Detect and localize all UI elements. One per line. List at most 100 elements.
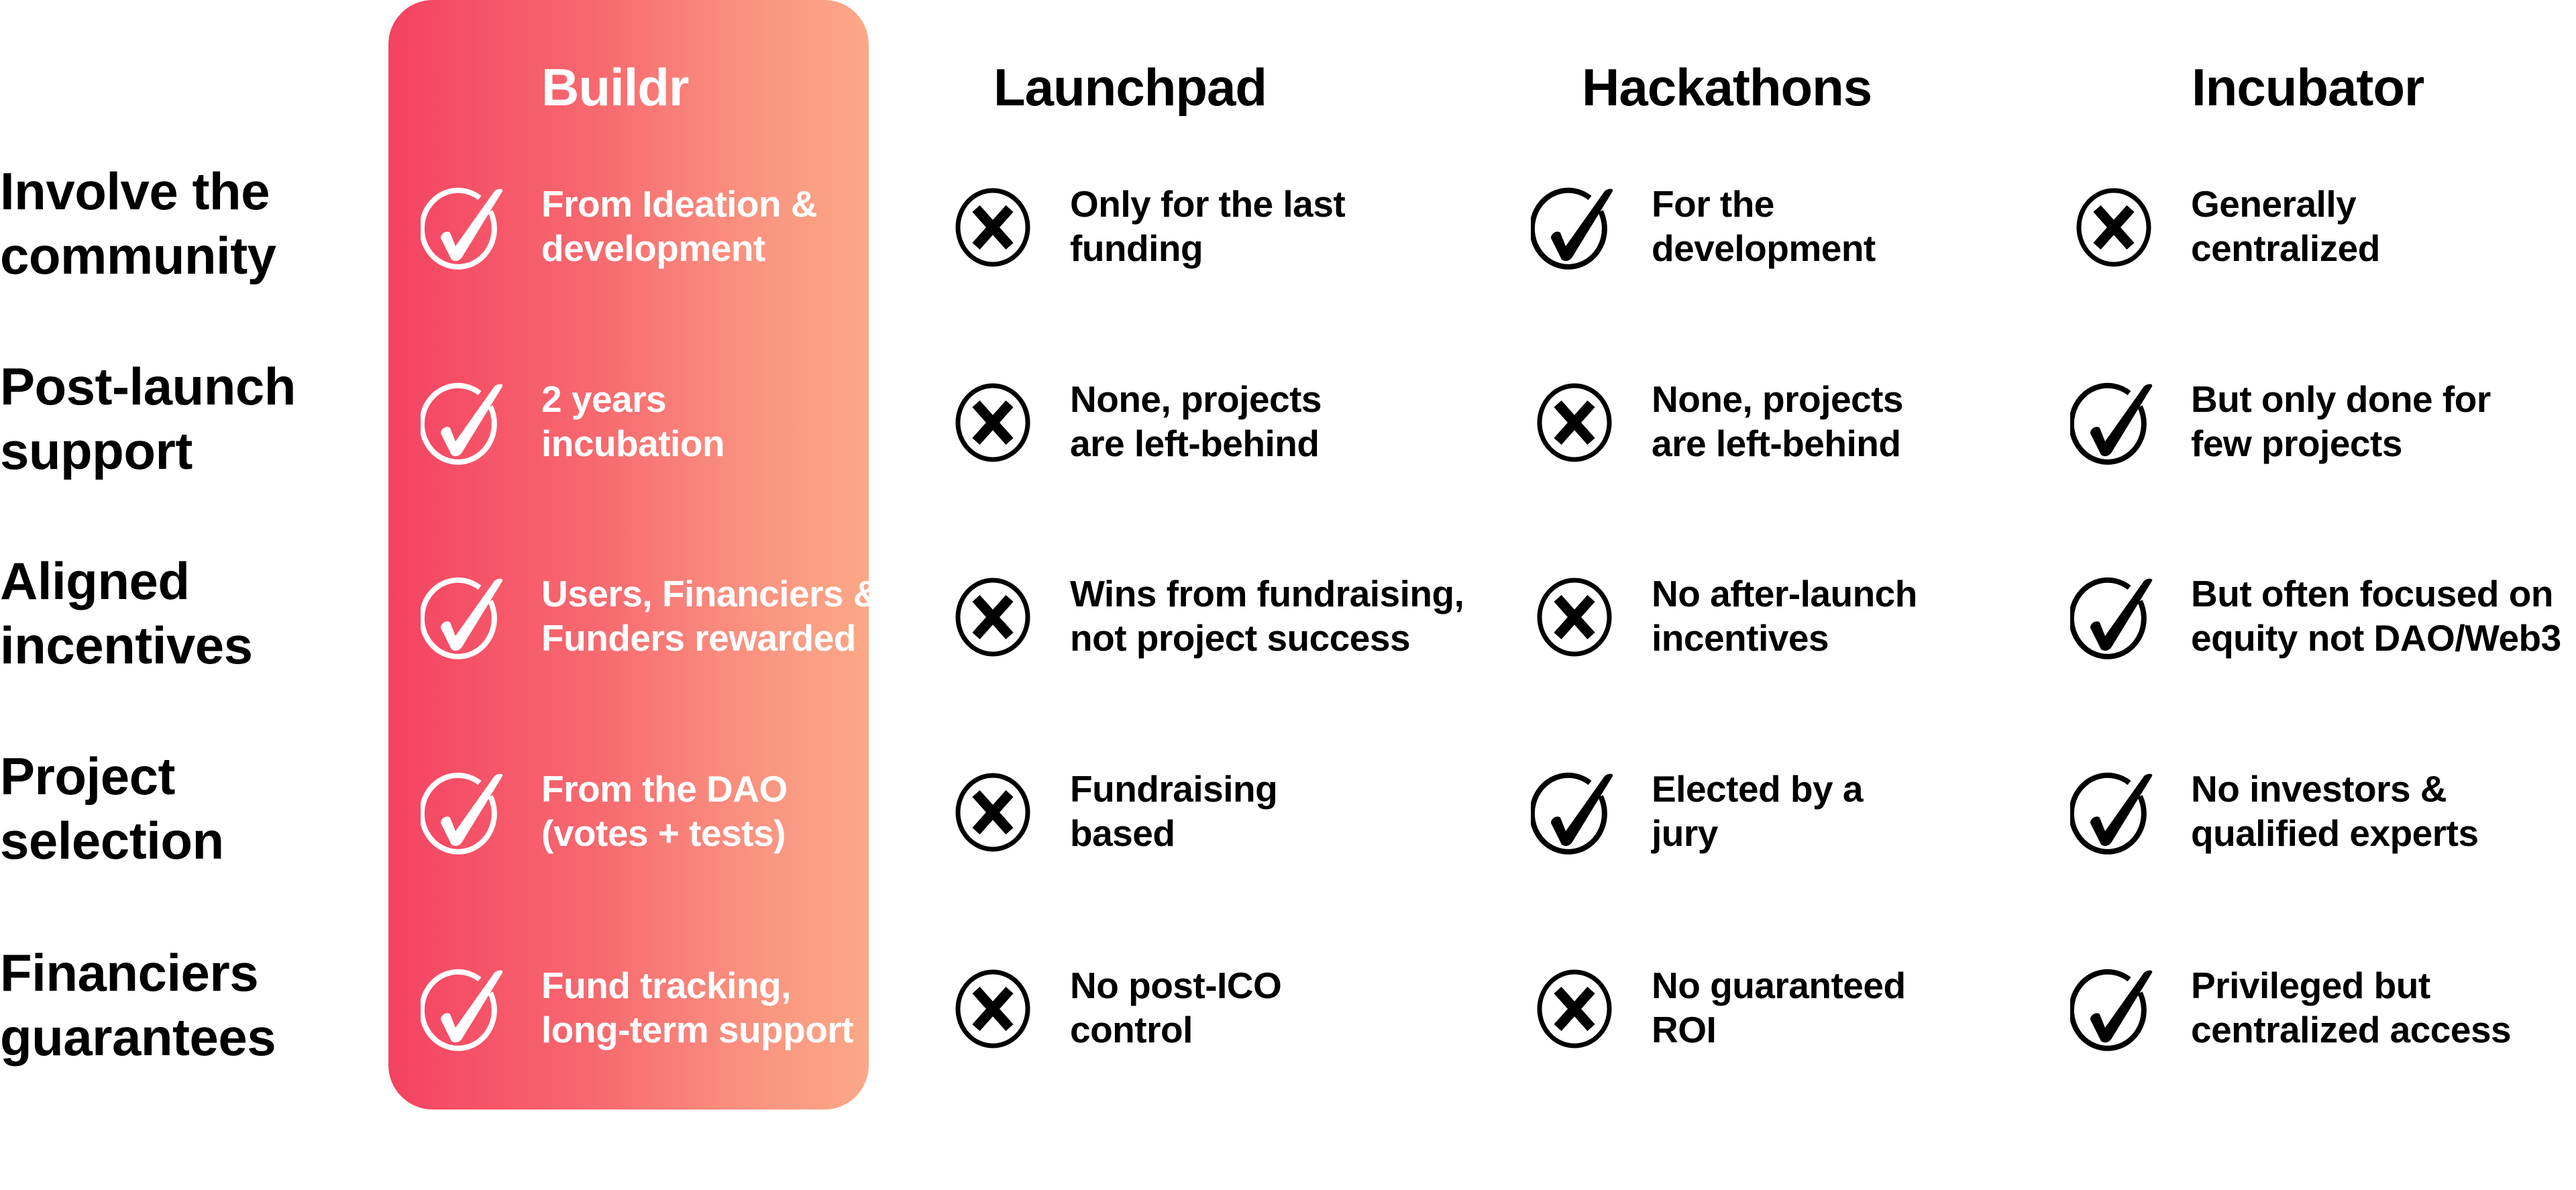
x-circle-icon (1531, 569, 1618, 663)
cell-text-line: Wins from fundraising, (1070, 573, 1464, 614)
cell-text: From Ideation & development (541, 182, 818, 270)
cell-text-line: But only done for (2191, 378, 2491, 420)
cell-text: Users, Financiers & Funders rewarded (541, 572, 880, 660)
row-label-line: Post-launch (0, 357, 296, 416)
cell-text-line: For the (1652, 183, 1774, 225)
check-circle-icon (1531, 179, 1618, 273)
check-circle-icon (2070, 569, 2157, 663)
row-label-line: Financiers (0, 943, 259, 1002)
cell-text: Only for the last funding (1070, 182, 1346, 270)
cell-text-line: 2 years (541, 378, 667, 420)
check-circle-icon (421, 374, 508, 468)
cell-text-line: From the DAO (541, 768, 788, 810)
x-circle-icon (949, 569, 1036, 663)
cell-text-line: are left-behind (1652, 423, 1901, 464)
check-circle-icon (2070, 374, 2157, 468)
cell-text-line: From Ideation & (541, 183, 818, 225)
cell-text-line: (votes + tests) (541, 812, 786, 854)
check-circle-icon (421, 569, 508, 663)
x-circle-icon (949, 764, 1036, 858)
cell-text: No post-ICO control (1070, 963, 1282, 1052)
cell-text-line: centralized access (2191, 1009, 2512, 1050)
cell-text-line: funding (1070, 227, 1203, 269)
x-circle-icon (949, 374, 1036, 468)
check-circle-icon (421, 179, 508, 273)
row-label-line: Project (0, 747, 175, 806)
column-header-launchpad: Launchpad (994, 58, 1267, 117)
cell-text: Fundraising based (1070, 767, 1278, 855)
row-label-line: support (0, 421, 193, 480)
check-circle-icon (1531, 764, 1618, 858)
cell-text-line: But often focused on (2191, 573, 2553, 614)
cell-text-line: jury (1652, 812, 1718, 854)
row-label: Financiers guarantees (0, 940, 276, 1069)
row-label: Project selection (0, 744, 224, 873)
cell-text-line: Users, Financiers & (541, 573, 880, 614)
check-circle-icon (421, 961, 508, 1054)
x-circle-icon (949, 961, 1036, 1054)
cell-text-line: control (1070, 1009, 1193, 1050)
cell-text: No guaranteed ROI (1652, 963, 1906, 1052)
cell-text: But often focused on equity not DAO/Web3 (2191, 572, 2561, 660)
cell-text-line: are left-behind (1070, 423, 1320, 464)
cell-text-line: No guaranteed (1652, 965, 1906, 1006)
row-label-line: community (0, 226, 276, 285)
x-circle-icon (2070, 179, 2157, 273)
row-label-line: Involve the (0, 162, 270, 221)
cell-text: 2 years incubation (541, 377, 725, 466)
cell-text-line: incentives (1652, 617, 1829, 659)
cell-text-line: based (1070, 812, 1175, 854)
cell-text: None, projects are left-behind (1070, 377, 1322, 466)
cell-text: Fund tracking, long-term support (541, 963, 854, 1052)
check-circle-icon (2070, 961, 2157, 1054)
cell-text-line: None, projects (1652, 378, 1904, 420)
row-label-line: selection (0, 811, 224, 870)
x-circle-icon (1531, 961, 1618, 1054)
cell-text: Generally centralized (2191, 182, 2380, 270)
cell-text-line: Funders rewarded (541, 617, 856, 659)
row-label: Aligned incentives (0, 549, 253, 678)
row-label-line: Aligned (0, 551, 190, 610)
cell-text-line: Privileged but (2191, 965, 2430, 1006)
cell-text-line: Fund tracking, (541, 965, 791, 1006)
buildr-highlight-panel (388, 0, 869, 1110)
cell-text: For the development (1652, 182, 1876, 270)
cell-text-line: development (541, 227, 765, 269)
cell-text-line: No investors & (2191, 768, 2447, 810)
cell-text: No after-launch incentives (1652, 572, 1917, 660)
cell-text-line: Fundraising (1070, 768, 1278, 810)
cell-text: None, projects are left-behind (1652, 377, 1904, 466)
cell-text-line: few projects (2191, 423, 2402, 464)
x-circle-icon (1531, 374, 1618, 468)
column-header-buildr: Buildr (541, 58, 689, 117)
cell-text-line: incubation (541, 423, 725, 464)
cell-text: Wins from fundraising, not project succes… (1070, 572, 1464, 660)
cell-text-line: equity not DAO/Web3 (2191, 617, 2561, 659)
cell-text: From the DAO (votes + tests) (541, 767, 788, 855)
cell-text-line: long-term support (541, 1009, 854, 1050)
cell-text-line: Only for the last (1070, 183, 1346, 225)
row-label-line: incentives (0, 616, 253, 675)
check-circle-icon (421, 764, 508, 858)
cell-text-line: development (1652, 227, 1876, 269)
cell-text-line: ROI (1652, 1009, 1717, 1050)
cell-text-line: Generally (2191, 183, 2357, 225)
row-label: Post-launch support (0, 354, 296, 483)
cell-text-line: Elected by a (1652, 768, 1863, 810)
cell-text-line: No post-ICO (1070, 965, 1282, 1006)
row-label: Involve the community (0, 159, 276, 288)
column-header-incubator: Incubator (2192, 58, 2424, 117)
cell-text: But only done for few projects (2191, 377, 2491, 466)
cell-text-line: None, projects (1070, 378, 1322, 420)
x-circle-icon (949, 179, 1036, 273)
cell-text-line: centralized (2191, 227, 2380, 269)
cell-text: No investors & qualified experts (2191, 767, 2479, 855)
row-label-line: guarantees (0, 1008, 276, 1067)
cell-text: Elected by a jury (1652, 767, 1863, 855)
cell-text: Privileged but centralized access (2191, 963, 2512, 1052)
check-circle-icon (2070, 764, 2157, 858)
cell-text-line: No after-launch (1652, 573, 1917, 614)
cell-text-line: not project success (1070, 617, 1411, 659)
cell-text-line: qualified experts (2191, 812, 2479, 854)
column-header-hackathons: Hackathons (1582, 58, 1872, 117)
